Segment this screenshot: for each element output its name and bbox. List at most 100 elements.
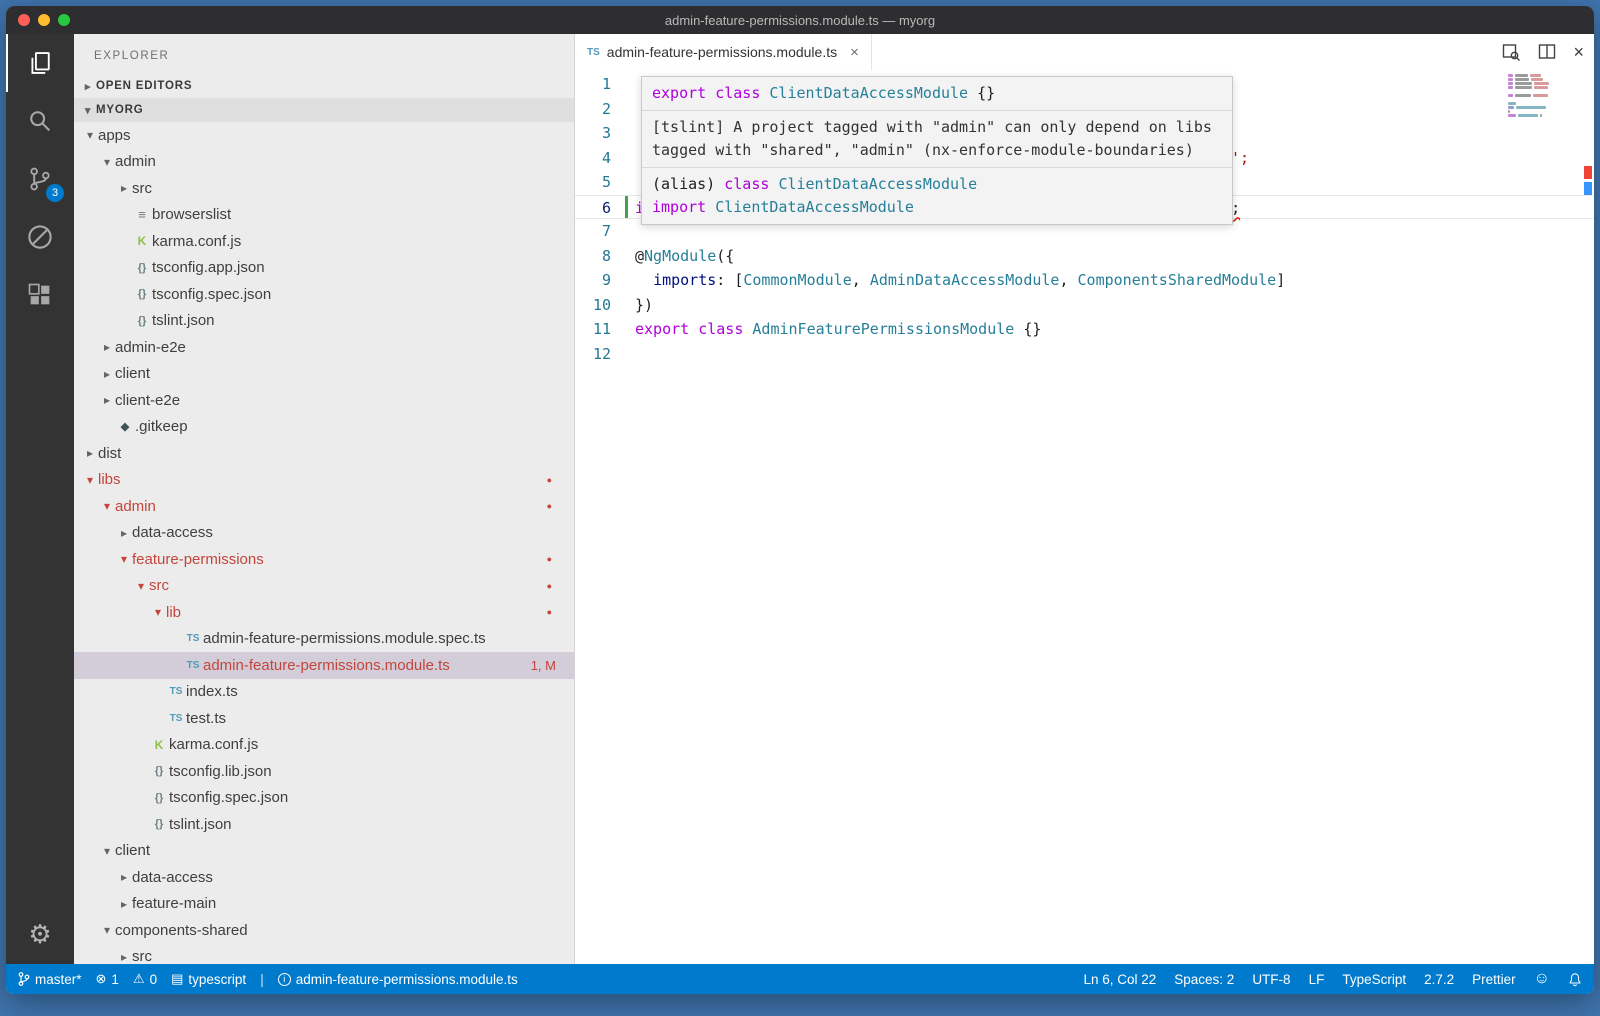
close-editor-icon[interactable]: ×: [1573, 42, 1584, 63]
open-preview-icon[interactable]: [1501, 42, 1521, 62]
overview-ruler[interactable]: [1582, 70, 1594, 964]
tree-file-tsconfig.app.json[interactable]: {}tsconfig.app.json: [74, 255, 574, 282]
tree-item-label: src: [132, 180, 152, 197]
tree-folder-data-access[interactable]: ▸data-access: [74, 864, 574, 891]
tree-folder-admin-e2e[interactable]: ▸admin-e2e: [74, 334, 574, 361]
tree-file-admin-feature-permissions.module.spec.ts[interactable]: TSadmin-feature-permissions.module.spec.…: [74, 626, 574, 653]
tree-file-.gitkeep[interactable]: ◆.gitkeep: [74, 414, 574, 441]
activity-item-explorer[interactable]: [6, 34, 74, 92]
status-language-mode[interactable]: TypeScript: [1342, 972, 1406, 987]
tree-file-index.ts[interactable]: TSindex.ts: [74, 679, 574, 706]
line-number[interactable]: 9: [575, 268, 625, 293]
gutter-spacer: [625, 244, 628, 269]
tree-folder-client[interactable]: ▾client: [74, 838, 574, 865]
title-bar: admin-feature-permissions.module.ts — my…: [6, 6, 1594, 34]
tree-folder-src[interactable]: ▾src●: [74, 573, 574, 600]
status-typescript-status[interactable]: ▤typescript: [171, 971, 246, 987]
line-number[interactable]: 4: [575, 146, 625, 171]
line-number[interactable]: 2: [575, 97, 625, 122]
activity-item-search[interactable]: [6, 92, 74, 150]
line-number[interactable]: 11: [575, 317, 625, 342]
tree-folder-feature-main[interactable]: ▸feature-main: [74, 891, 574, 918]
tree-folder-apps[interactable]: ▾apps: [74, 122, 574, 149]
code-line-11[interactable]: 11export class AdminFeaturePermissionsMo…: [575, 317, 1594, 342]
tree-file-tslint.json[interactable]: {}tslint.json: [74, 811, 574, 838]
tree-item-label: feature-permissions: [132, 551, 264, 568]
status-feedback[interactable]: ☺: [1534, 970, 1550, 988]
tree-file-tslint.json[interactable]: {}tslint.json: [74, 308, 574, 335]
status-eol[interactable]: LF: [1309, 972, 1325, 987]
minimap[interactable]: [1508, 74, 1578, 122]
close-tab-icon[interactable]: ×: [850, 44, 859, 61]
tree-file-admin-feature-permissions.module.ts[interactable]: TSadmin-feature-permissions.module.ts1, …: [74, 652, 574, 679]
tree-folder-client-e2e[interactable]: ▸client-e2e: [74, 387, 574, 414]
line-number[interactable]: 1: [575, 72, 625, 97]
tab-admin-feature-permissions-module[interactable]: TS admin-feature-permissions.module.ts ×: [575, 34, 872, 70]
tree-folder-dist[interactable]: ▸dist: [74, 440, 574, 467]
open-editors-header[interactable]: ▸ OPEN EDITORS: [74, 74, 574, 98]
status-label: LF: [1309, 972, 1325, 987]
tree-item-label: lib: [166, 604, 181, 621]
line-number[interactable]: 6: [575, 196, 625, 219]
status-linter-file[interactable]: iadmin-feature-permissions.module.ts: [278, 972, 518, 987]
tree-folder-lib[interactable]: ▾lib●: [74, 599, 574, 626]
hover-alias-line: (alias) class ClientDataAccessModule: [652, 173, 1222, 196]
line-number[interactable]: 12: [575, 342, 625, 367]
tree-folder-src[interactable]: ▸src: [74, 175, 574, 202]
tree-item-label: src: [132, 948, 152, 964]
tree-file-browserslist[interactable]: ≡browserslist: [74, 202, 574, 229]
tree-folder-admin[interactable]: ▾admin●: [74, 493, 574, 520]
close-window-button[interactable]: [18, 14, 30, 26]
line-number[interactable]: 10: [575, 293, 625, 318]
chevron-right-icon: ▸: [116, 870, 132, 884]
chevron-down-icon: ▾: [80, 104, 96, 117]
status-encoding[interactable]: UTF-8: [1252, 972, 1290, 987]
open-editors-label: OPEN EDITORS: [96, 80, 192, 92]
tree-file-tsconfig.lib.json[interactable]: {}tsconfig.lib.json: [74, 758, 574, 785]
code-line-10[interactable]: 10}): [575, 293, 1594, 318]
tree-folder-data-access[interactable]: ▸data-access: [74, 520, 574, 547]
tree-folder-client[interactable]: ▸client: [74, 361, 574, 388]
root-folder-header[interactable]: ▾ MYORG: [74, 98, 574, 122]
tree-file-karma.conf.js[interactable]: Kkarma.conf.js: [74, 732, 574, 759]
tree-item-label: libs: [98, 471, 121, 488]
hover-tooltip: export class ClientDataAccessModule {} […: [641, 76, 1233, 225]
split-editor-icon[interactable]: [1537, 42, 1557, 62]
tree-folder-feature-permissions[interactable]: ▾feature-permissions●: [74, 546, 574, 573]
editor-content[interactable]: 123;4';56import { ClientDataAccessModule…: [575, 70, 1594, 964]
status-indentation[interactable]: Spaces: 2: [1174, 972, 1234, 987]
status-errors[interactable]: ⊗1: [96, 971, 119, 987]
status-label: 2.7.2: [1424, 972, 1454, 987]
activity-item-extensions[interactable]: [6, 266, 74, 324]
code-line-12[interactable]: 12: [575, 342, 1594, 367]
line-number[interactable]: 3: [575, 121, 625, 146]
status-cursor-position[interactable]: Ln 6, Col 22: [1083, 972, 1156, 987]
minimize-window-button[interactable]: [38, 14, 50, 26]
line-number[interactable]: 8: [575, 244, 625, 269]
tree-item-label: admin: [115, 153, 156, 170]
line-number[interactable]: 7: [575, 219, 625, 244]
tree-file-test.ts[interactable]: TStest.ts: [74, 705, 574, 732]
gutter-spacer: [625, 170, 628, 195]
code-line-8[interactable]: 8@NgModule({: [575, 244, 1594, 269]
status-notifications[interactable]: [1568, 972, 1582, 987]
tree-folder-src[interactable]: ▸src: [74, 944, 574, 965]
git-file-icon: ◆: [115, 420, 135, 433]
zoom-window-button[interactable]: [58, 14, 70, 26]
line-number[interactable]: 5: [575, 170, 625, 195]
activity-item-source-control[interactable]: 3: [6, 150, 74, 208]
activity-item-debug[interactable]: [6, 208, 74, 266]
status-git-branch[interactable]: master*: [18, 971, 82, 987]
settings-gear-icon[interactable]: ⚙: [28, 919, 51, 950]
code-line-9[interactable]: 9 imports: [CommonModule, AdminDataAcces…: [575, 268, 1594, 293]
tree-file-tsconfig.spec.json[interactable]: {}tsconfig.spec.json: [74, 785, 574, 812]
status-warnings[interactable]: ⚠0: [133, 971, 157, 987]
tree-folder-libs[interactable]: ▾libs●: [74, 467, 574, 494]
tree-file-karma.conf.js[interactable]: Kkarma.conf.js: [74, 228, 574, 255]
tree-file-tsconfig.spec.json[interactable]: {}tsconfig.spec.json: [74, 281, 574, 308]
status-ts-version[interactable]: 2.7.2: [1424, 972, 1454, 987]
status-formatter[interactable]: Prettier: [1472, 972, 1516, 987]
status-label: 1: [111, 972, 119, 987]
tree-folder-admin[interactable]: ▾admin: [74, 149, 574, 176]
tree-folder-components-shared[interactable]: ▾components-shared: [74, 917, 574, 944]
